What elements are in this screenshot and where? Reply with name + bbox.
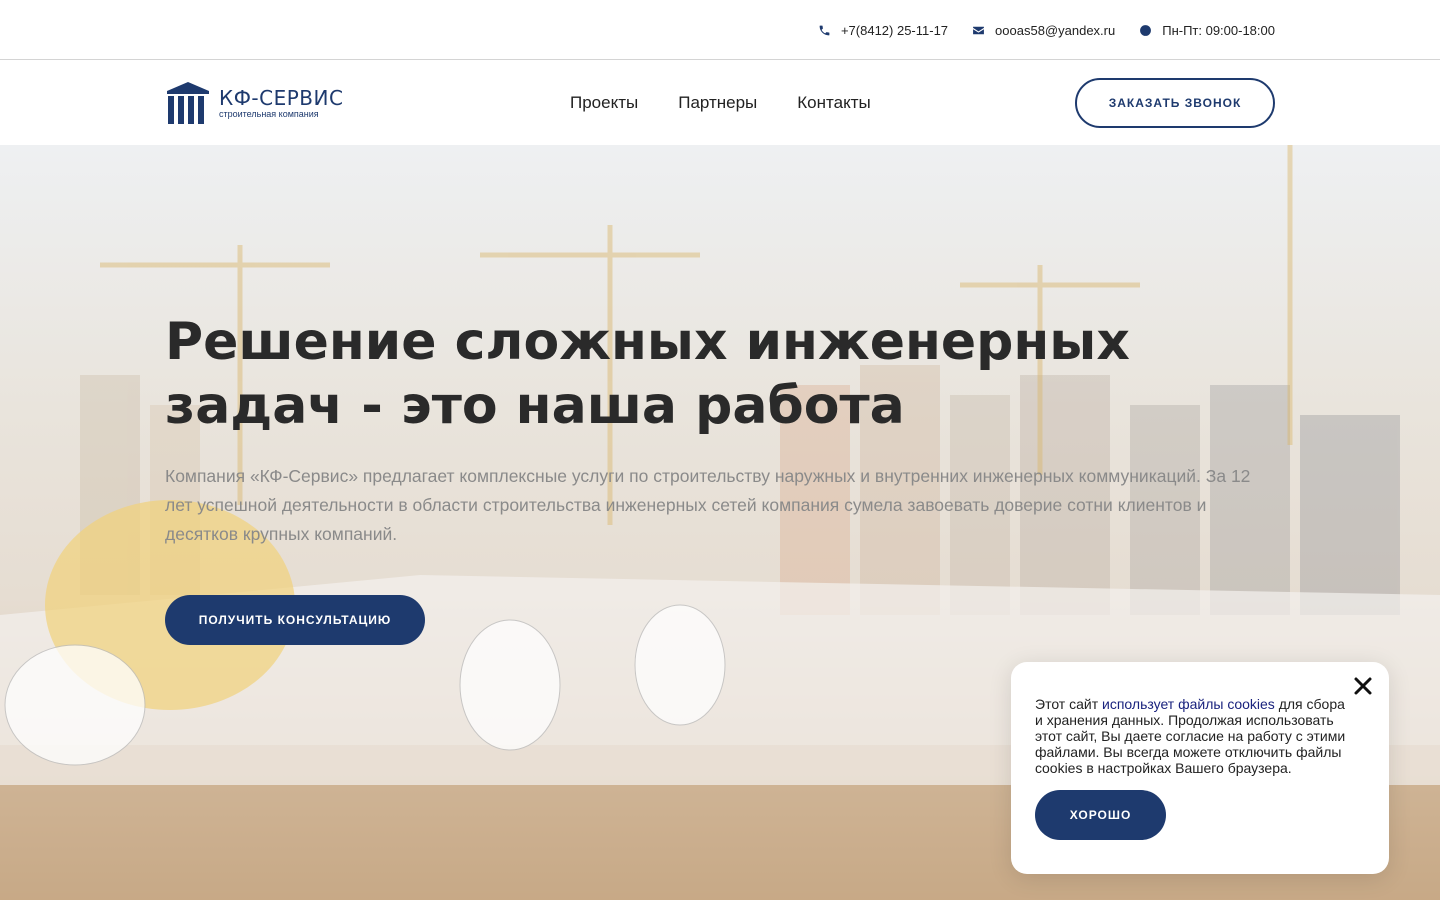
accept-cookies-button[interactable]: ХОРОШО [1035, 790, 1166, 840]
clock-icon [1139, 24, 1152, 37]
phone-icon [818, 24, 831, 37]
email-contact[interactable]: oooas58@yandex.ru [972, 23, 1115, 38]
nav-item-contacts[interactable]: Контакты [797, 93, 870, 113]
logo-columns-icon [165, 81, 211, 125]
hero-content: Решение сложных инженерных задач - это н… [165, 310, 1275, 549]
hero-description: Компания «КФ-Сервис» предлагает комплекс… [165, 466, 1251, 544]
working-hours: Пн-Пт: 09:00-18:00 [1162, 22, 1275, 38]
contacts-list: +7(8412) 25-11-17 oooas58@yandex.ru Пн-П… [818, 0, 1275, 60]
hero-title: Решение сложных инженерных задач - это н… [165, 312, 1130, 436]
email-address: oooas58@yandex.ru [995, 22, 1116, 38]
hours-contact: Пн-Пт: 09:00-18:00 [1139, 23, 1275, 38]
logo-name: КФ-СЕРВИС [219, 85, 344, 110]
top-contact-bar: +7(8412) 25-11-17 oooas58@yandex.ru Пн-П… [0, 0, 1440, 60]
request-call-button[interactable]: ЗАКАЗАТЬ ЗВОНОК [1075, 78, 1275, 128]
cookie-text-before: Этот сайт [1035, 696, 1103, 712]
logo-text: КФ-СЕРВИС строительная компания [219, 88, 343, 119]
cookie-policy-link[interactable]: использует файлы cookies [1102, 696, 1275, 712]
cookie-consent-popup: Этот сайт использует файлы cookies для с… [1011, 662, 1389, 874]
site-header: КФ-СЕРВИС строительная компания Проекты … [0, 61, 1440, 145]
nav-item-projects[interactable]: Проекты [570, 93, 638, 113]
get-consultation-button[interactable]: ПОЛУЧИТЬ КОНСУЛЬТАЦИЮ [165, 595, 425, 645]
main-nav: Проекты Партнеры Контакты [570, 61, 871, 145]
logo[interactable]: КФ-СЕРВИС строительная компания [165, 81, 343, 125]
phone-number: +7(8412) 25-11-17 [840, 22, 949, 38]
cookie-message: Этот сайт использует файлы cookies для с… [1035, 696, 1355, 776]
nav-item-partners[interactable]: Партнеры [678, 93, 757, 113]
close-icon[interactable] [1353, 676, 1373, 696]
envelope-icon [972, 24, 985, 37]
phone-contact[interactable]: +7(8412) 25-11-17 [818, 23, 948, 38]
logo-tagline: строительная компания [219, 108, 319, 119]
